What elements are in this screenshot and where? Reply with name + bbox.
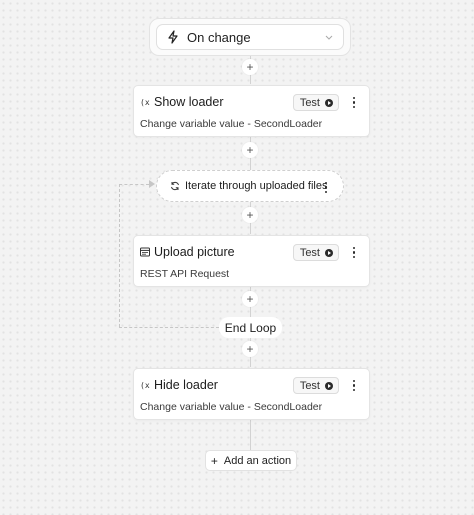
add-step-button[interactable]: +	[242, 59, 258, 75]
more-options-icon[interactable]	[325, 182, 328, 194]
variable-icon: (x)	[140, 380, 150, 390]
bolt-icon	[168, 30, 178, 44]
step-subtitle: Change variable value - SecondLoader	[140, 401, 323, 413]
step-subtitle: REST API Request	[140, 268, 230, 280]
test-button[interactable]: Test	[292, 377, 339, 394]
plus-icon: +	[210, 453, 218, 468]
step-title: Hide loader	[154, 378, 218, 392]
step-title: Show loader	[154, 95, 224, 109]
variable-icon: (x)	[140, 97, 150, 107]
test-button[interactable]: Test	[292, 244, 339, 261]
trigger-label: On change	[187, 29, 251, 45]
add-step-button[interactable]: +	[242, 291, 258, 307]
loop-back-line	[119, 327, 219, 328]
test-button-label: Test	[299, 246, 320, 259]
more-options-icon[interactable]	[353, 380, 356, 392]
step-card-upload-picture[interactable]: Upload picture REST API Request Test	[133, 235, 370, 287]
svg-text:(x): (x)	[140, 98, 150, 107]
loop-back-line	[119, 184, 120, 327]
more-options-icon[interactable]	[353, 97, 356, 109]
loop-block[interactable]: Iterate through uploaded files	[156, 170, 344, 202]
loop-label: Iterate through uploaded files	[185, 180, 328, 192]
test-button-label: Test	[299, 96, 320, 109]
test-button-label: Test	[299, 379, 320, 392]
play-icon	[325, 98, 333, 107]
api-window-icon	[140, 247, 150, 257]
svg-text:(x): (x)	[140, 381, 150, 390]
add-action-button[interactable]: + Add an action	[205, 450, 297, 471]
play-icon	[325, 381, 333, 390]
loop-arrow-icon	[149, 180, 155, 188]
chevron-down-icon	[325, 35, 333, 40]
add-step-button[interactable]: +	[242, 341, 258, 357]
workflow-canvas: On change + + + + + (x) Show loader Chan…	[0, 0, 474, 515]
test-button[interactable]: Test	[292, 94, 339, 111]
end-loop-label: End Loop	[219, 317, 282, 338]
play-icon	[325, 248, 333, 257]
step-card-hide-loader[interactable]: (x) Hide loader Change variable value - …	[133, 368, 370, 420]
step-subtitle: Change variable value - SecondLoader	[140, 118, 323, 130]
add-step-button[interactable]: +	[242, 207, 258, 223]
add-step-button[interactable]: +	[242, 142, 258, 158]
loop-back-line	[119, 184, 149, 185]
step-card-show-loader[interactable]: (x) Show loader Change variable value - …	[133, 85, 370, 137]
step-title: Upload picture	[154, 245, 235, 259]
loop-icon	[171, 181, 179, 191]
trigger-select[interactable]: On change	[156, 24, 344, 50]
add-action-label: Add an action	[223, 454, 292, 467]
trigger-container: On change	[149, 18, 351, 56]
connector-line	[250, 420, 251, 450]
more-options-icon[interactable]	[353, 247, 356, 259]
